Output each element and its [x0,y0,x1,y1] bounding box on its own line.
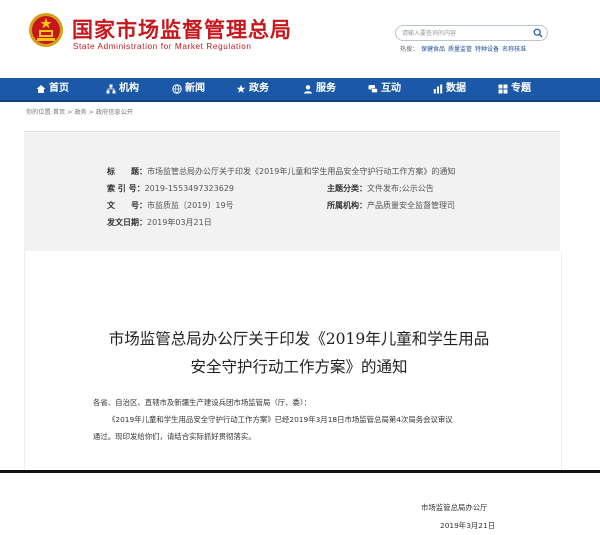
nav-label: 政务 [249,83,269,94]
info-date-label: 发文日期： [107,218,147,227]
site-header: 国家市场监督管理总局 State Administration for Mark… [0,0,600,78]
nav-label: 互动 [381,83,401,94]
nav-item-org[interactable]: 机构 [106,78,139,100]
info-org-label: 所属机构： [327,201,367,210]
info-category-row: 主题分类：文件发布;公示公告 [327,183,434,194]
info-docno-row: 文 号：市监质监〔2019〕19号 [107,200,234,211]
document-signer: 市场监管总局办公厅 [421,503,488,512]
document-title: 市场监管总局办公厅关于印发《2019年儿童和学生用品 安全守护行动工作方案》的通… [24,325,574,381]
org-icon [106,84,116,94]
news-icon [172,84,182,94]
info-title-label: 标 题： [107,167,147,176]
nav-label: 新闻 [185,83,205,94]
search-input[interactable] [402,26,522,40]
info-index-value: 2019-1553497323629 [144,184,234,193]
search-icon[interactable] [533,28,543,38]
nav-item-news[interactable]: 新闻 [172,78,205,100]
nav-item-data[interactable]: 数据 [433,78,466,100]
nav-item-gov[interactable]: 政务 [236,78,269,100]
document-title-line2: 安全守护行动工作方案》的通知 [190,358,408,376]
info-date-row: 发文日期：2019年03月21日 [107,217,212,228]
info-index-label: 索 引 号： [107,184,145,193]
hot-search-label: 热搜： [400,46,419,53]
nav-divider [0,100,600,102]
info-title-value: 市场监管总局办公厅关于印发《2019年儿童和学生用品安全守护行动工作方案》的通知 [147,167,456,176]
breadcrumb[interactable]: 你的位置:首页 > 政务 > 政府信息公开 [26,107,133,116]
nav-label: 机构 [119,83,139,94]
interact-icon [368,85,378,93]
service-icon [304,85,312,94]
hot-link-special-equipment[interactable]: 特种设备 [475,46,499,53]
hot-link-quality[interactable]: 质量监管 [448,46,472,53]
topic-icon [498,84,508,94]
nav-label: 服务 [316,83,336,94]
hot-link-health-food[interactable]: 保健食品 [421,46,445,53]
search-box [395,25,548,41]
data-icon [433,84,443,94]
document-body-line2: 通过。现印发给你们，请结合实际抓好贯彻落实。 [93,432,256,441]
national-emblem-icon[interactable] [28,12,64,48]
home-icon [36,85,46,93]
nav-item-interact[interactable]: 互动 [368,78,401,100]
site-title-cn[interactable]: 国家市场监督管理总局 [72,14,292,44]
info-docno-label: 文 号： [107,201,147,210]
page-divider [0,470,600,473]
nav-item-service[interactable]: 服务 [303,78,336,100]
nav-label: 专题 [511,83,531,94]
info-category-label: 主题分类： [327,184,367,193]
nav-item-home[interactable]: 首页 [36,78,69,100]
info-title-row: 标 题：市场监管总局办公厅关于印发《2019年儿童和学生用品安全守护行动工作方案… [107,166,455,177]
info-date-value: 2019年03月21日 [147,218,212,227]
main-nav: 首页 机构 新闻 政务 服务 互动 数据 专题 [0,78,600,100]
document-title-line1: 市场监管总局办公厅关于印发《2019年儿童和学生用品 [108,330,490,348]
info-category-value: 文件发布;公示公告 [367,184,434,193]
document-salutation: 各省、自治区、直辖市及新疆生产建设兵团市场监管局（厅、委）： [93,398,312,407]
nav-label: 首页 [49,83,69,94]
info-docno-value: 市监质监〔2019〕19号 [147,201,234,210]
nav-label: 数据 [446,83,466,94]
document-sign-date: 2019年3月21日 [440,521,496,530]
gov-icon [236,84,246,93]
info-index-row: 索 引 号：2019-1553497323629 [107,183,234,194]
site-title-en: State Administration for Market Regulati… [73,42,252,51]
hot-search: 热搜： 保健食品 质量监管 特种设备 名称核准 [400,44,526,53]
document-body-line1: 《2019年儿童和学生用品安全守护行动工作方案》已经2019年3月18日市场监管… [108,415,453,424]
document-info-box [24,131,560,252]
info-org-row: 所属机构：产品质量安全监督管理司 [327,200,455,211]
info-org-value: 产品质量安全监督管理司 [367,201,455,210]
nav-item-topic[interactable]: 专题 [498,78,531,100]
hot-link-name-approval[interactable]: 名称核准 [502,46,526,53]
